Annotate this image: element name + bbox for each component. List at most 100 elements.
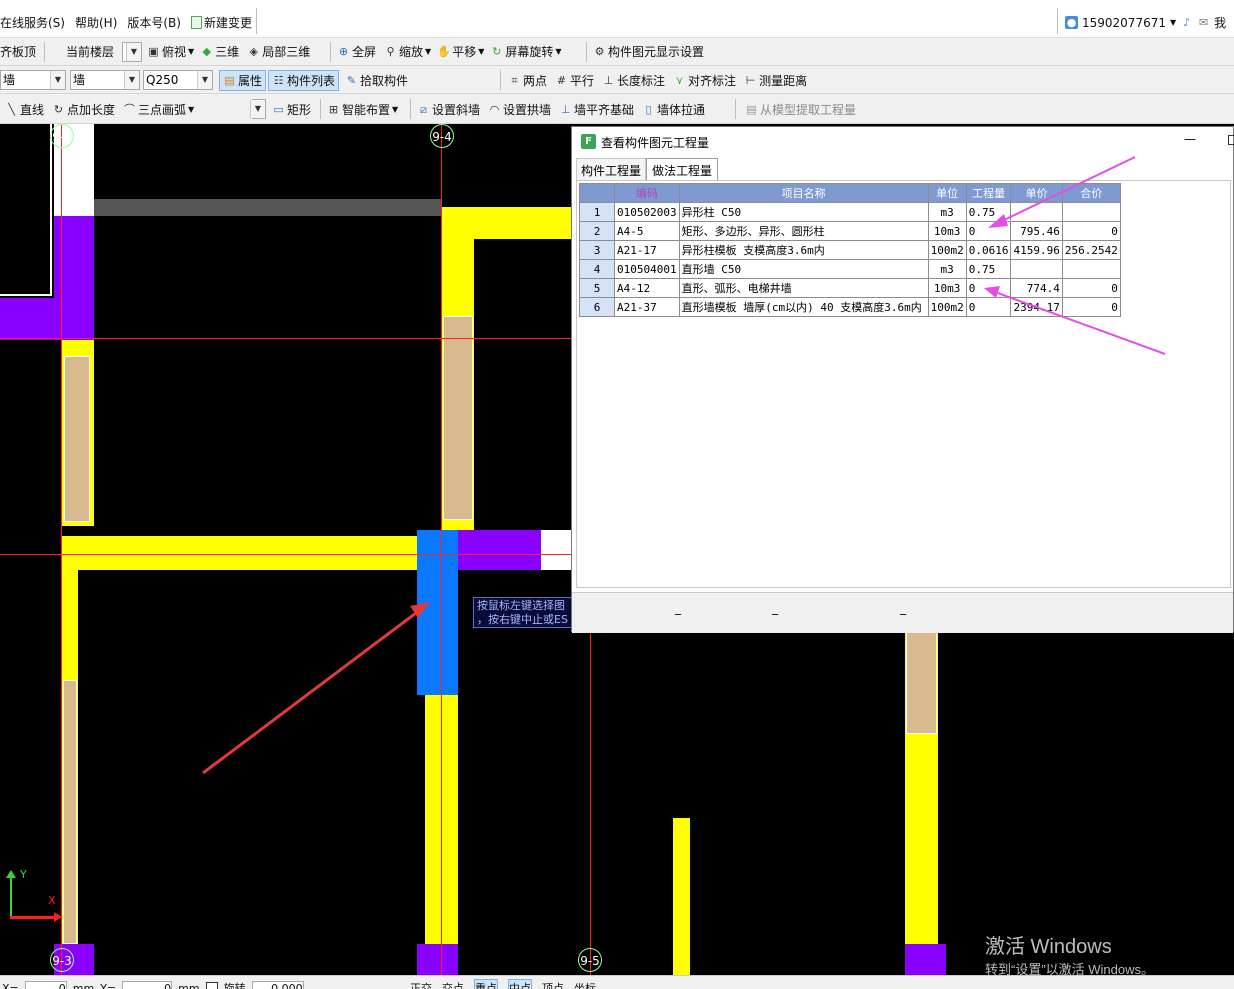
extract-quantity-button[interactable]: 从模型提取工程量: [760, 101, 856, 118]
menu-version[interactable]: 版本号(B): [127, 14, 181, 31]
axis-bubble-9-3-bottom[interactable]: 9-3: [50, 948, 74, 972]
cell-name[interactable]: 直形、弧形、电梯井墙: [678, 278, 929, 298]
wall-segment-gray[interactable]: [94, 199, 442, 216]
floor-select[interactable]: ▼: [122, 42, 142, 62]
table-row[interactable]: 6 A21-37 直形墙模板 墙厚(cm以内) 40 支模高度3.6m内 100m2 0…: [579, 297, 1121, 317]
cell-code[interactable]: 010504001: [614, 259, 680, 279]
cell-rownum[interactable]: 4: [579, 259, 615, 279]
pick-component-button[interactable]: 拾取构件: [360, 72, 408, 89]
rectangle-button[interactable]: 矩形: [287, 101, 311, 118]
cell-price[interactable]: 795.46: [1010, 221, 1063, 241]
cell-name[interactable]: 直形墙模板 墙厚(cm以内) 40 支模高度3.6m内: [678, 297, 929, 317]
cell-unit[interactable]: m3: [927, 202, 967, 222]
table-row[interactable]: 2 A4-5 矩形、多边形、异形、圆形柱 10m3 0 795.46 0: [579, 221, 1121, 241]
maximize-icon[interactable]: [1228, 135, 1234, 145]
column-purple-left[interactable]: [54, 216, 94, 340]
rotate-checkbox[interactable]: [205, 982, 218, 989]
opening-right[interactable]: [906, 632, 937, 734]
col-total[interactable]: 合价: [1061, 183, 1121, 203]
opening-left-lower[interactable]: [63, 680, 77, 944]
col-code[interactable]: 编码: [614, 183, 680, 203]
table-row[interactable]: 4 010504001 直形墙 C50 m3 0.75: [579, 259, 1121, 279]
tab-component-quantity[interactable]: 构件工程量: [576, 158, 647, 180]
cell-code[interactable]: 010502003: [614, 202, 680, 222]
cell-price[interactable]: 4159.96: [1010, 240, 1063, 260]
point-length-button[interactable]: 点加长度: [67, 101, 115, 118]
wall-white-mid[interactable]: [541, 530, 573, 570]
cell-total[interactable]: 0: [1061, 297, 1121, 317]
column-purple-bottom-mid[interactable]: [417, 944, 458, 975]
chevron-down-icon[interactable]: ▼: [188, 47, 194, 56]
cell-price[interactable]: [1010, 259, 1063, 279]
wall-purple-mid[interactable]: [458, 530, 541, 570]
cell-unit[interactable]: 10m3: [927, 278, 967, 298]
wall-yellow-bottom-small[interactable]: [673, 818, 690, 975]
table-row[interactable]: 3 A21-17 异形柱模板 支模高度3.6m内 100m2 0.0616 4159.96…: [579, 240, 1121, 260]
dialog-titlebar[interactable]: F 查看构件图元工程量 —: [572, 127, 1234, 155]
measure-distance-button[interactable]: 测量距离: [759, 72, 807, 89]
attributes-button[interactable]: ▤ 属性: [219, 70, 267, 91]
cell-name[interactable]: 直形墙 C50: [678, 259, 929, 279]
cell-name[interactable]: 矩形、多边形、异形、圆形柱: [678, 221, 929, 241]
cell-qty[interactable]: 0: [965, 297, 1012, 317]
account-name[interactable]: 15902077671: [1082, 16, 1166, 30]
cell-qty[interactable]: 0.75: [965, 202, 1012, 222]
col-name[interactable]: 项目名称: [678, 183, 929, 203]
wall-purple-left[interactable]: [0, 298, 54, 340]
axis-bubble-9-3-top[interactable]: 9-3: [50, 124, 74, 148]
cell-rownum[interactable]: 1: [579, 202, 615, 222]
screen-rotate-button[interactable]: 屏幕旋转: [505, 43, 553, 60]
component-name-select[interactable]: Q250 ▼: [143, 70, 213, 90]
column-purple-bottom-right[interactable]: [905, 944, 946, 975]
cell-qty[interactable]: 0: [965, 221, 1012, 241]
axis-bubble-9-5-bottom[interactable]: 9-5: [578, 948, 602, 972]
opening-mid[interactable]: [443, 316, 473, 520]
table-row[interactable]: 1 010502003 异形柱 C50 m3 0.75: [579, 202, 1121, 222]
col-qty[interactable]: 工程量: [965, 183, 1012, 203]
cell-total[interactable]: 0: [1061, 278, 1121, 298]
slope-wall-button[interactable]: 设置斜墙: [432, 101, 480, 118]
view-3d-button[interactable]: 三维: [215, 43, 239, 60]
cell-rownum[interactable]: 3: [579, 240, 615, 260]
axis-bubble-9-4-top[interactable]: 9-4: [430, 124, 454, 148]
y-coordinate-field[interactable]: 0: [122, 980, 173, 989]
zoom-button[interactable]: 缩放: [399, 43, 423, 60]
minimize-button[interactable]: —: [1184, 132, 1196, 146]
cell-price[interactable]: 774.4: [1010, 278, 1063, 298]
col-unit[interactable]: 单位: [927, 183, 967, 203]
align-dim-button[interactable]: 对齐标注: [688, 72, 736, 89]
col-price[interactable]: 单价: [1010, 183, 1063, 203]
snap-toggle[interactable]: 顶点: [542, 980, 564, 989]
snap-toggle[interactable]: 坐标: [574, 980, 596, 989]
message-icon[interactable]: ✉: [1197, 16, 1210, 29]
parallel-button[interactable]: 平行: [570, 72, 594, 89]
fullscreen-button[interactable]: 全屏: [352, 43, 376, 60]
draw-mode-select[interactable]: ▼: [250, 99, 266, 119]
two-point-button[interactable]: 两点: [523, 72, 547, 89]
snap-toggle[interactable]: 重点: [474, 979, 498, 989]
cell-code[interactable]: A4-12: [614, 278, 680, 298]
cell-unit[interactable]: m3: [927, 259, 967, 279]
quantity-dialog[interactable]: F 查看构件图元工程量 — 构件工程量 做法工程量 编码 项目名称 单位 工程量…: [571, 126, 1234, 633]
chevron-down-icon[interactable]: ▼: [425, 47, 431, 56]
chevron-down-icon[interactable]: ▼: [555, 47, 561, 56]
menu-online-service[interactable]: 在线服务(S): [0, 14, 65, 31]
chevron-down-icon[interactable]: ▼: [392, 105, 398, 114]
view-top-button[interactable]: 俯视: [162, 43, 186, 60]
cell-rownum[interactable]: 2: [579, 221, 615, 241]
opening-left-upper[interactable]: [64, 356, 90, 522]
chevron-down-icon[interactable]: ▼: [478, 47, 484, 56]
local-3d-button[interactable]: 局部三维: [262, 43, 310, 60]
snap-toggle[interactable]: 交点: [442, 980, 464, 989]
snap-toggle[interactable]: 中点: [508, 979, 532, 989]
line-button[interactable]: 直线: [20, 101, 44, 118]
cell-rownum[interactable]: 5: [579, 278, 615, 298]
chevron-down-icon[interactable]: ▼: [188, 105, 194, 114]
component-type-select[interactable]: 墙 ▼: [0, 70, 66, 90]
cell-qty[interactable]: 0.75: [965, 259, 1012, 279]
cell-total[interactable]: [1061, 202, 1121, 222]
wall-foundation-button[interactable]: 墙平齐基础: [574, 101, 634, 118]
cell-name[interactable]: 异形柱模板 支模高度3.6m内: [678, 240, 929, 260]
account-extra[interactable]: 我: [1214, 14, 1226, 31]
table-row[interactable]: 5 A4-12 直形、弧形、电梯井墙 10m3 0 774.4 0: [579, 278, 1121, 298]
